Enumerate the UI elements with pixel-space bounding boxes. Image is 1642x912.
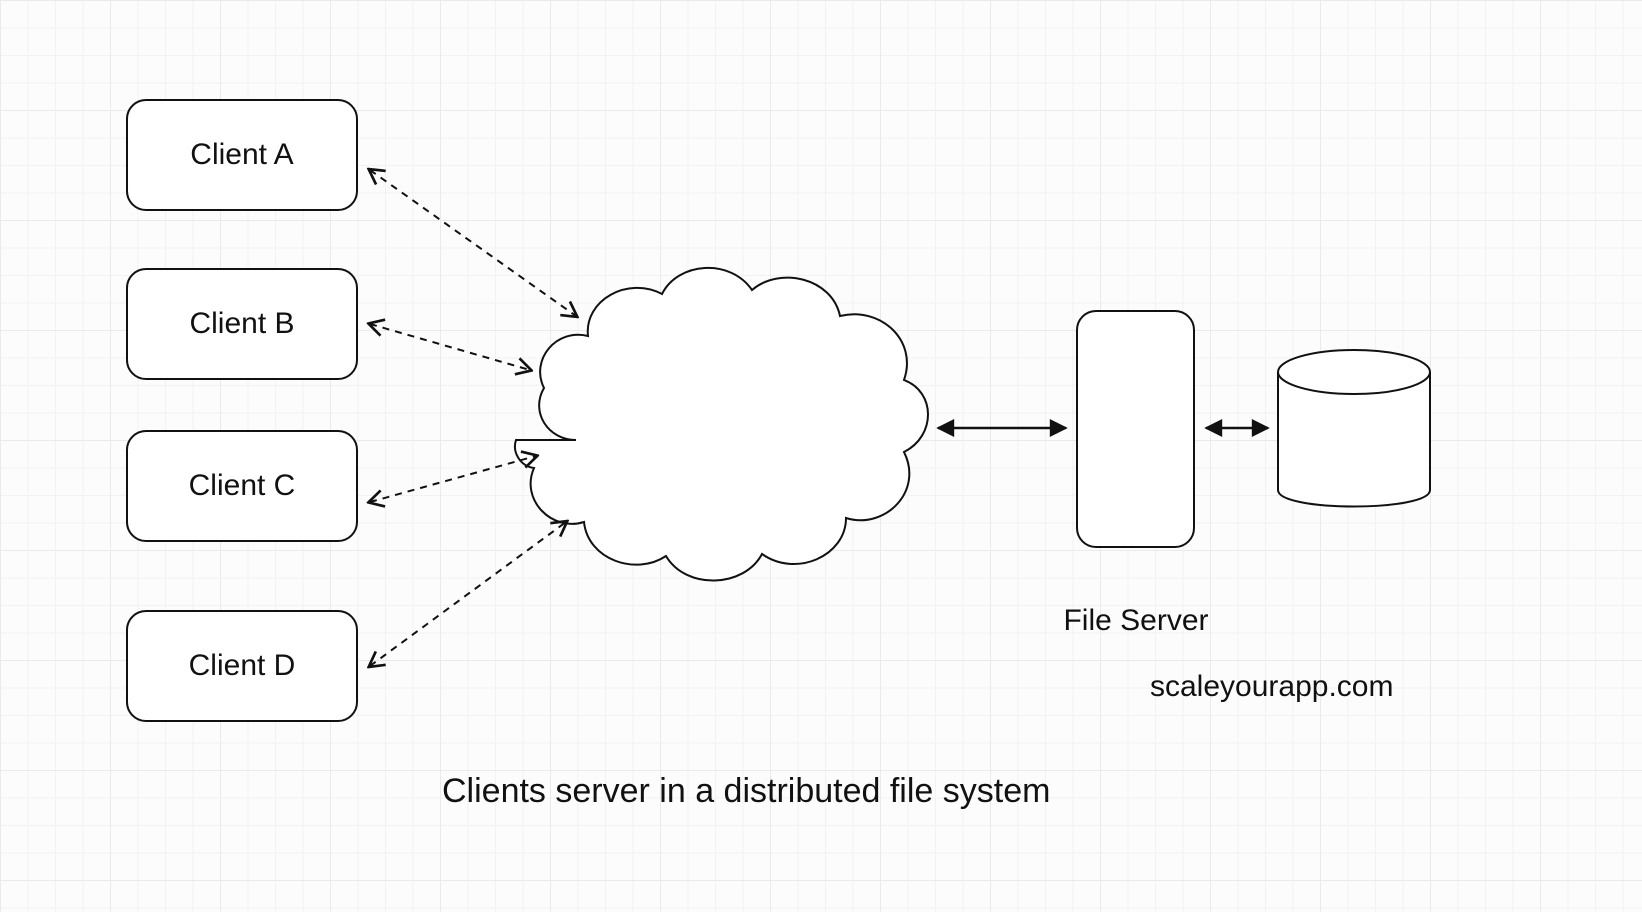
client-a-node: Client A bbox=[126, 99, 358, 211]
client-c-label: Client C bbox=[189, 469, 296, 503]
client-a-label: Client A bbox=[190, 138, 293, 172]
arrow-client-d-network bbox=[370, 522, 566, 666]
client-b-node: Client B bbox=[126, 268, 358, 380]
diagram-caption: Clients server in a distributed file sys… bbox=[442, 772, 1050, 811]
file-server-label: File Server bbox=[1052, 604, 1220, 638]
arrow-client-c-network bbox=[370, 456, 536, 502]
disk-cylinder-icon bbox=[1278, 350, 1430, 507]
client-c-node: Client C bbox=[126, 430, 358, 542]
network-cloud-icon bbox=[515, 268, 928, 581]
file-server-node bbox=[1076, 310, 1195, 548]
client-d-node: Client D bbox=[126, 610, 358, 722]
network-label: Network bbox=[660, 438, 770, 472]
watermark-text: scaleyourapp.com bbox=[1150, 670, 1393, 704]
client-b-label: Client B bbox=[189, 307, 294, 341]
client-d-label: Client D bbox=[189, 649, 296, 683]
arrow-client-b-network bbox=[370, 324, 530, 370]
disk-label: Disk bbox=[1323, 438, 1381, 472]
arrow-client-a-network bbox=[370, 170, 576, 316]
